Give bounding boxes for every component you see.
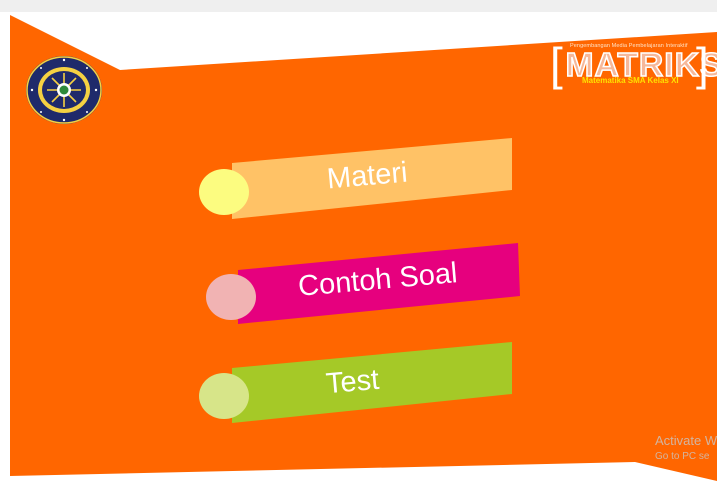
activation-watermark-subtitle: Go to PC se [655, 451, 710, 462]
app-canvas: Pengembangan Media Pembelajaran Interakt… [0, 0, 717, 481]
menu-materi-label[interactable]: Materi [326, 157, 409, 197]
materi-dot [199, 169, 249, 215]
activation-watermark-title: Activate W [655, 433, 717, 448]
brand-subtitle: Matematika SMA Kelas XI [582, 76, 679, 85]
brand-bracket-right: ] [696, 38, 709, 90]
test-dot [199, 373, 249, 419]
contoh-soal-dot [206, 274, 256, 320]
menu-test-label[interactable]: Test [325, 364, 381, 402]
university-logo [26, 56, 102, 124]
brand-bracket-left: [ [550, 38, 563, 90]
